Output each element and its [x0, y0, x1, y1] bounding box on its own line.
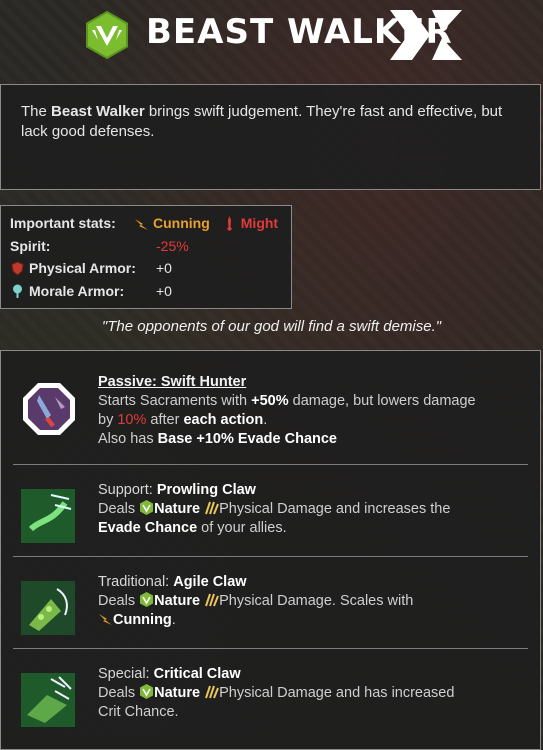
skill-special: Special: Critical Claw Deals Nature Phys…	[13, 649, 528, 740]
skill-support-type: Support:	[98, 482, 157, 498]
skill-special-line2: Crit Chance.	[98, 704, 179, 720]
might-icon	[226, 215, 232, 231]
morale-armor-label: Morale Armor:	[29, 282, 125, 299]
morale-armor-value: +0	[156, 282, 172, 299]
physical-damage-icon	[205, 593, 220, 607]
skill-support-line2: of your allies.	[197, 520, 287, 536]
skill-traditional-deals: Deals	[98, 593, 140, 609]
important-stats-label: Important stats:	[10, 215, 116, 232]
important-stat-might: Might	[240, 215, 279, 232]
prowling-claw-icon	[21, 489, 75, 543]
skill-traditional-text: Physical Damage. Scales with	[219, 593, 414, 609]
skill-special-name: Critical Claw	[153, 666, 241, 682]
physical-damage-icon	[205, 501, 220, 515]
skill-passive: Passive: Swift Hunter Starts Sacraments …	[13, 351, 528, 465]
cunning-icon	[135, 218, 148, 230]
skill-passive-each-action: each action	[183, 412, 264, 428]
spirit-row: Spirit: -25%	[10, 235, 282, 258]
skill-passive-line2-mid: after	[146, 412, 184, 428]
stats-panel: Important stats: Cunning Might Spirit: -…	[0, 205, 292, 309]
spirit-value: -25%	[156, 237, 189, 254]
skill-support-name: Prowling Claw	[156, 482, 256, 498]
physical-armor-row: Physical Armor: +0	[10, 257, 282, 280]
skill-traditional-line2: .	[171, 612, 176, 628]
physical-armor-icon	[11, 261, 24, 276]
skill-support: Support: Prowling Claw Deals Nature Phys…	[13, 465, 528, 557]
header: Beast Walker	[0, 0, 543, 84]
physical-armor-value: +0	[156, 260, 172, 277]
skills-panel: Passive: Swift Hunter Starts Sacraments …	[0, 350, 541, 750]
morale-armor-row: Morale Armor: +0	[10, 280, 282, 303]
physical-damage-icon	[205, 685, 220, 699]
agile-claw-icon	[21, 581, 75, 635]
skill-special-text: Physical Damage and has increased	[219, 685, 455, 701]
skill-support-element: Nature	[154, 501, 201, 517]
skill-passive-bonus: +50%	[251, 393, 289, 409]
morale-armor-icon	[13, 284, 22, 299]
beast-walker-class-icon	[86, 10, 128, 60]
skill-traditional-scales: Cunning	[113, 612, 172, 628]
skill-traditional-element: Nature	[154, 593, 201, 609]
skill-support-evade: Evade Chance	[98, 520, 198, 536]
brand-x-logo	[390, 10, 462, 60]
physical-armor-label: Physical Armor:	[29, 260, 136, 277]
skill-passive-line3: Also has	[98, 431, 158, 447]
class-quote: "The opponents of our god will find a sw…	[101, 318, 442, 335]
skill-support-text: Physical Damage and increases the	[219, 501, 451, 517]
description-prefix: The	[21, 103, 52, 120]
spirit-label: Spirit:	[10, 237, 51, 254]
nature-icon	[140, 684, 154, 699]
skill-special-deals: Deals	[98, 685, 140, 701]
skill-traditional-type: Traditional:	[98, 574, 174, 590]
nature-icon	[140, 500, 154, 515]
important-stats-row: Important stats: Cunning Might	[10, 212, 282, 235]
skill-support-deals: Deals	[98, 501, 140, 517]
critical-claw-icon	[21, 673, 75, 727]
swift-hunter-icon	[23, 383, 75, 435]
skill-passive-title: Passive: Swift Hunter	[98, 374, 247, 390]
skill-traditional-name: Agile Claw	[173, 574, 247, 590]
skill-passive-line2-end: .	[263, 412, 268, 428]
skill-special-type: Special:	[98, 666, 154, 682]
skill-passive-line1: Starts Sacraments with	[98, 393, 252, 409]
description-class-name: Beast Walker	[51, 103, 145, 120]
skill-passive-penalty: 10%	[117, 412, 147, 428]
skill-passive-line2: by	[98, 412, 118, 428]
class-description: The Beast Walker brings swift judgement.…	[0, 84, 541, 190]
important-stat-cunning: Cunning	[153, 215, 210, 232]
skill-traditional: Traditional: Agile Claw Deals Nature Phy…	[13, 557, 528, 649]
skill-special-element: Nature	[154, 685, 201, 701]
skill-passive-line1-end: damage, but lowers damage	[288, 393, 476, 409]
skill-passive-evade: Base +10% Evade Chance	[157, 431, 337, 447]
nature-icon	[140, 592, 154, 607]
cunning-icon	[99, 614, 112, 625]
